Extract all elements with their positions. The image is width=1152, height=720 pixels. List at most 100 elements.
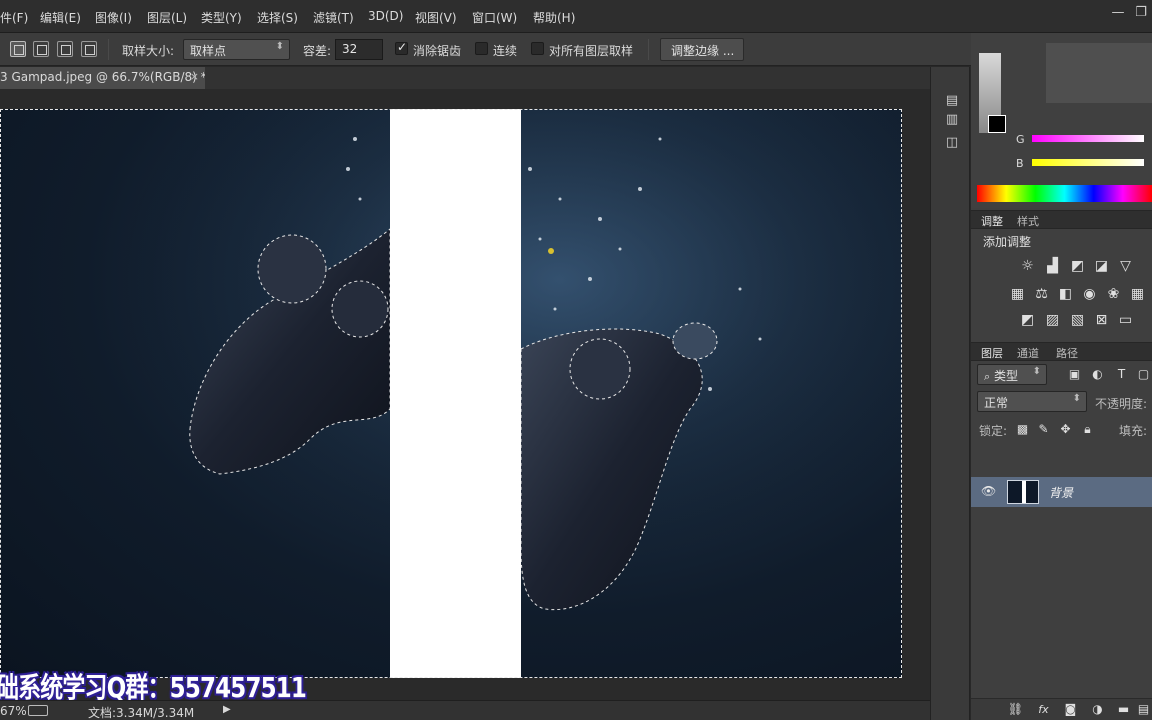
menu-type[interactable]: 类型(Y) <box>201 9 242 26</box>
invert-icon[interactable]: ◩ <box>1019 312 1036 329</box>
lock-all-icon[interactable]: 🔒︎ <box>1079 421 1096 438</box>
contiguous-label: 连续 <box>493 44 518 58</box>
tab-channels[interactable]: 通道 <box>1017 345 1039 361</box>
blend-mode-select[interactable]: 正常 ⬍ <box>977 391 1087 412</box>
zoom-level[interactable]: 67% <box>0 704 27 718</box>
intersect-selection-icon[interactable] <box>81 41 97 57</box>
menu-file[interactable]: 件(F) <box>0 9 28 26</box>
new-group-icon[interactable]: ▬ <box>1115 701 1132 718</box>
lock-label: 锁定: <box>979 424 1008 438</box>
exposure-icon[interactable]: ◪ <box>1093 258 1110 275</box>
panel-preview-area <box>1046 43 1152 103</box>
channel-mixer-icon[interactable]: ❀ <box>1105 286 1122 303</box>
status-bar: 67% 文档:3.34M/3.34M ▶ <box>0 700 930 720</box>
fx-icon[interactable]: fx <box>1035 701 1052 718</box>
new-layer-icon[interactable]: ▤ <box>1135 701 1152 718</box>
actions-panel-icon[interactable]: ▥ <box>944 112 960 128</box>
color-balance-icon[interactable]: ⚖ <box>1033 286 1050 303</box>
new-adjustment-icon[interactable]: ◑ <box>1089 701 1106 718</box>
green-slider[interactable] <box>1032 135 1144 142</box>
lock-position-icon[interactable]: ✥ <box>1057 421 1074 438</box>
close-tab-icon[interactable]: × <box>190 70 199 83</box>
color-lookup-icon[interactable]: ▦ <box>1129 286 1146 303</box>
blue-slider[interactable] <box>1032 159 1144 166</box>
minimize-icon[interactable]: — <box>1108 4 1128 22</box>
document-tab[interactable]: 3 Gampad.jpeg @ 66.7%(RGB/8) * × <box>0 67 205 89</box>
layer-thumbnail <box>1007 480 1039 504</box>
status-menu-arrow-icon[interactable]: ▶ <box>223 704 231 715</box>
hue-saturation-icon[interactable]: ▦ <box>1009 286 1026 303</box>
menu-view[interactable]: 视图(V) <box>415 9 457 26</box>
lock-pixels-icon[interactable]: ✎ <box>1035 421 1052 438</box>
vibrance-icon[interactable]: ▽ <box>1117 258 1134 275</box>
antialias-checkbox[interactable] <box>395 40 408 55</box>
foreground-color-swatch[interactable] <box>988 115 1006 133</box>
history-panel-icon[interactable]: ▤ <box>944 93 960 109</box>
contiguous-checkbox[interactable] <box>475 42 488 55</box>
black-white-icon[interactable]: ◧ <box>1057 286 1074 303</box>
preview-icon <box>28 705 48 716</box>
divider <box>108 39 109 60</box>
add-mask-icon[interactable]: ◙ <box>1062 701 1079 718</box>
new-selection-icon[interactable] <box>10 41 26 57</box>
refine-edge-button[interactable]: 调整边缘 ... <box>660 38 744 61</box>
search-icon: ⌕ <box>984 370 991 383</box>
select-arrow-icon: ⬍ <box>275 41 284 52</box>
menu-3d[interactable]: 3D(D) <box>368 9 403 23</box>
lock-transparent-icon[interactable]: ▩ <box>1014 421 1031 438</box>
threshold-icon[interactable]: ▧ <box>1069 312 1086 329</box>
green-channel-label: G <box>1016 133 1025 146</box>
tab-layers[interactable]: 图层 <box>981 345 1003 361</box>
curves-icon[interactable]: ◩ <box>1069 258 1086 275</box>
properties-panel-icon[interactable]: ◫ <box>944 135 960 151</box>
menu-help[interactable]: 帮助(H) <box>533 9 575 26</box>
filter-shape-icon[interactable]: ▢ <box>1135 366 1152 383</box>
menu-layer[interactable]: 图层(L) <box>147 9 187 26</box>
white-fill-strip <box>390 109 521 678</box>
menu-filter[interactable]: 滤镜(T) <box>313 9 354 26</box>
color-panel: G B <box>971 33 1152 208</box>
add-to-selection-icon[interactable] <box>33 41 49 57</box>
add-adjustment-title: 添加调整 <box>983 235 1032 249</box>
thumbnail-strip <box>1022 481 1026 503</box>
opacity-label: 不透明度: <box>1095 397 1148 411</box>
menu-image[interactable]: 图像(I) <box>95 9 132 26</box>
tab-adjustments[interactable]: 调整 <box>981 213 1003 229</box>
blend-mode-value: 正常 <box>984 396 1009 410</box>
layer-filter-select[interactable]: ⌕ 类型 ⬍ <box>977 364 1047 385</box>
select-arrow-icon: ⬍ <box>1072 393 1081 404</box>
layer-row[interactable]: 👁︎ 背景 <box>971 477 1152 507</box>
all-layers-checkbox[interactable] <box>531 42 544 55</box>
photo-filter-icon[interactable]: ◉ <box>1081 286 1098 303</box>
filter-type-icon[interactable]: T <box>1113 366 1130 383</box>
levels-icon[interactable]: ▟ <box>1044 258 1061 275</box>
filter-adjustment-icon[interactable]: ◐ <box>1089 366 1106 383</box>
posterize-icon[interactable]: ▨ <box>1044 312 1061 329</box>
gradient-map-icon[interactable]: ▭ <box>1117 312 1134 329</box>
canvas-area[interactable]: 础系统学习Q群：557457511 <box>0 89 930 704</box>
selective-color-icon[interactable]: ⊠ <box>1093 312 1110 329</box>
document-tab-title: 3 Gampad.jpeg @ 66.7%(RGB/8) * <box>0 70 205 84</box>
layer-name: 背景 <box>1049 486 1074 500</box>
eye-visibility-icon[interactable]: 👁︎ <box>981 484 996 498</box>
sample-size-select[interactable]: 取样点 ⬍ <box>183 39 290 60</box>
select-arrow-icon: ⬍ <box>1032 366 1041 377</box>
menu-window[interactable]: 窗口(W) <box>472 9 517 26</box>
color-spectrum-ramp[interactable] <box>977 185 1152 202</box>
restore-icon[interactable]: ❐ <box>1131 4 1151 22</box>
tolerance-input[interactable]: 32 <box>335 39 383 60</box>
filter-pixel-icon[interactable]: ▣ <box>1066 366 1083 383</box>
brightness-icon[interactable]: ☼ <box>1019 258 1036 275</box>
menu-select[interactable]: 选择(S) <box>257 9 298 26</box>
divider <box>648 39 649 60</box>
menu-edit[interactable]: 编辑(E) <box>40 9 81 26</box>
document-size-info: 文档:3.34M/3.34M <box>88 706 195 720</box>
antialias-label: 消除锯齿 <box>413 44 462 58</box>
subtract-from-selection-icon[interactable] <box>57 41 73 57</box>
fill-label: 填充: <box>1119 424 1148 438</box>
tab-styles[interactable]: 样式 <box>1017 213 1039 229</box>
layer-filter-value: 类型 <box>994 369 1019 383</box>
link-layers-icon[interactable]: ⛓︎ <box>1007 701 1024 718</box>
tab-paths[interactable]: 路径 <box>1056 345 1078 361</box>
document-tab-bar: 3 Gampad.jpeg @ 66.7%(RGB/8) * × <box>0 67 930 89</box>
